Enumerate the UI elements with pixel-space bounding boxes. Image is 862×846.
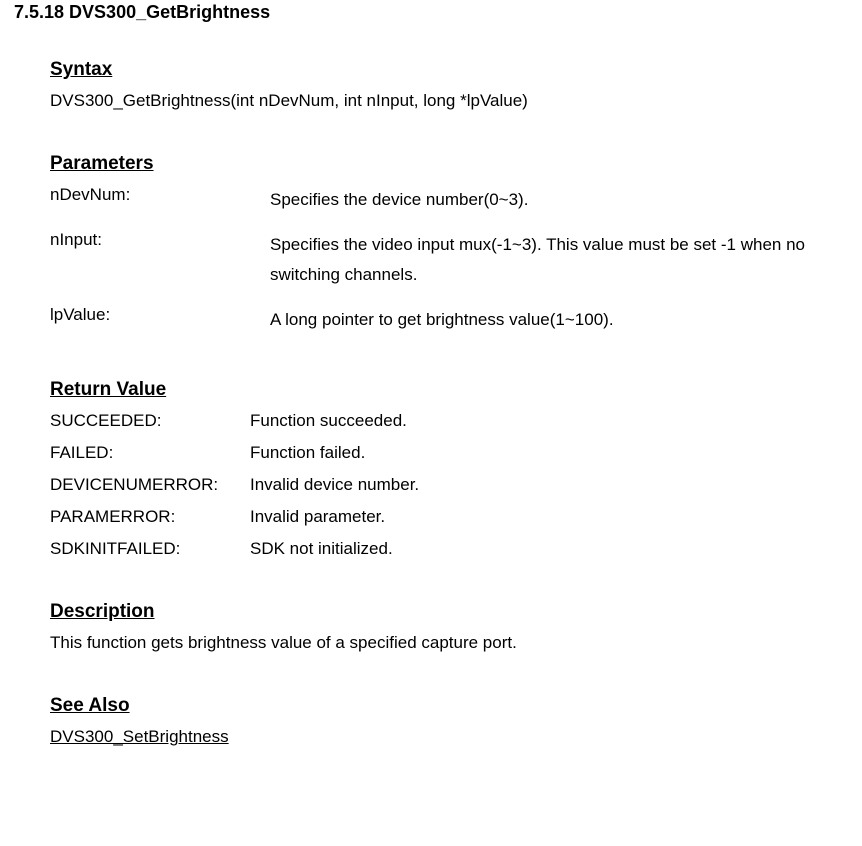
- return-desc: Function failed.: [250, 443, 862, 463]
- return-label: SUCCEEDED:: [50, 411, 250, 431]
- return-value-heading: Return Value: [50, 379, 862, 401]
- return-label: DEVICENUMERROR:: [50, 475, 250, 495]
- return-row: FAILED: Function failed.: [50, 443, 862, 463]
- return-row: PARAMERROR: Invalid parameter.: [50, 507, 862, 527]
- param-desc: A long pointer to get brightness value(1…: [270, 305, 862, 336]
- return-label: FAILED:: [50, 443, 250, 463]
- syntax-signature: DVS300_GetBrightness(int nDevNum, int nI…: [50, 91, 862, 111]
- see-also-heading: See Also: [50, 695, 862, 717]
- parameters-heading: Parameters: [50, 153, 862, 175]
- return-label: SDKINITFAILED:: [50, 539, 250, 559]
- return-row: SUCCEEDED: Function succeeded.: [50, 411, 862, 431]
- param-label: nInput:: [50, 230, 270, 250]
- return-row: DEVICENUMERROR: Invalid device number.: [50, 475, 862, 495]
- description-block: This function gets brightness value of a…: [50, 633, 862, 653]
- description-text: This function gets brightness value of a…: [50, 633, 862, 653]
- param-label: lpValue:: [50, 305, 270, 325]
- section-title: 7.5.18 DVS300_GetBrightness: [14, 2, 862, 23]
- param-row: lpValue: A long pointer to get brightnes…: [50, 305, 862, 336]
- see-also-link[interactable]: DVS300_SetBrightness: [50, 727, 862, 747]
- parameters-block: nDevNum: Specifies the device number(0~3…: [50, 185, 862, 335]
- return-label: PARAMERROR:: [50, 507, 250, 527]
- return-desc: Function succeeded.: [250, 411, 862, 431]
- description-heading: Description: [50, 601, 862, 623]
- syntax-heading: Syntax: [50, 59, 862, 81]
- return-value-block: SUCCEEDED: Function succeeded. FAILED: F…: [50, 411, 862, 559]
- param-label: nDevNum:: [50, 185, 270, 205]
- param-desc: Specifies the video input mux(-1~3). Thi…: [270, 230, 862, 291]
- return-desc: Invalid parameter.: [250, 507, 862, 527]
- param-row: nInput: Specifies the video input mux(-1…: [50, 230, 862, 291]
- param-row: nDevNum: Specifies the device number(0~3…: [50, 185, 862, 216]
- return-desc: Invalid device number.: [250, 475, 862, 495]
- content-wrapper: Syntax DVS300_GetBrightness(int nDevNum,…: [14, 59, 862, 747]
- param-desc: Specifies the device number(0~3).: [270, 185, 862, 216]
- return-row: SDKINITFAILED: SDK not initialized.: [50, 539, 862, 559]
- return-desc: SDK not initialized.: [250, 539, 862, 559]
